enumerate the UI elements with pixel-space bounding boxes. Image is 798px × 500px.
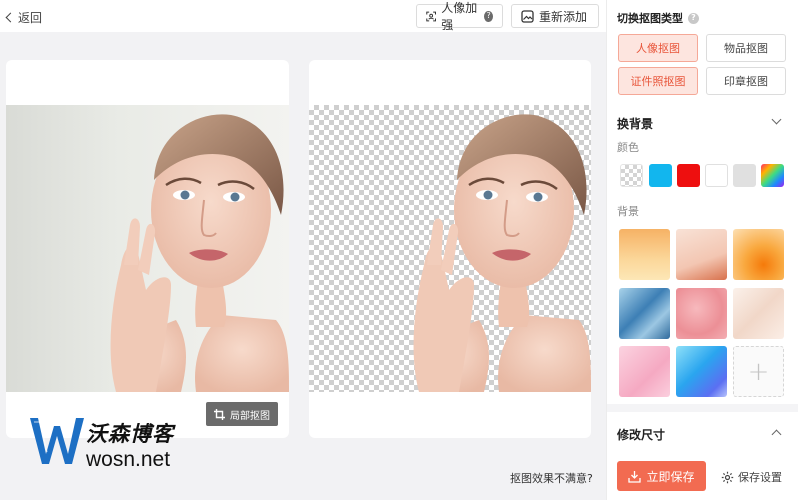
cutout-photo — [309, 105, 591, 392]
color-label: 颜色 — [617, 141, 639, 154]
type-id-photo-button[interactable]: 证件照抠图 — [618, 67, 698, 95]
cutout-type-title: 切换抠图类型 ? — [617, 10, 699, 26]
save-now-button[interactable]: 立即保存 — [617, 461, 706, 491]
save-now-label: 立即保存 — [646, 469, 695, 484]
watermark: 沃森博客 wosn.net — [28, 410, 188, 471]
watermark-brand: 沃森博客 — [86, 422, 174, 446]
type-seal-button[interactable]: 印章抠图 — [706, 67, 786, 95]
re-add-button[interactable]: 重新添加 — [511, 4, 599, 28]
help-icon[interactable]: ? — [484, 10, 493, 22]
section-divider — [607, 404, 798, 412]
portrait-cutout-image — [413, 114, 591, 392]
portrait-enhance-label: 人像加强 — [441, 1, 478, 32]
type-portrait-button[interactable]: 人像抠图 — [618, 34, 698, 62]
download-icon — [628, 470, 642, 483]
resize-title: 修改尺寸 — [617, 428, 666, 442]
local-cutout-button[interactable]: 局部抠图 — [206, 402, 278, 426]
color-transparent-swatch[interactable] — [620, 164, 643, 187]
face-scan-icon — [426, 11, 437, 21]
top-toolbar: 返回 人像加强 ? 重新添加 — [0, 0, 606, 32]
type-object-button[interactable]: 物品抠图 — [706, 34, 786, 62]
background-tile-orange[interactable] — [619, 229, 670, 280]
result-image-card — [309, 60, 591, 438]
save-settings-button[interactable]: 保存设置 — [721, 469, 782, 485]
crop-icon — [214, 408, 225, 420]
back-button[interactable]: 返回 — [4, 9, 42, 26]
chevron-down-icon[interactable] — [771, 114, 782, 125]
portrait-enhance-button[interactable]: 人像加强 ? — [416, 1, 503, 32]
chevron-left-icon — [5, 12, 16, 23]
cutout-type-title-text: 切换抠图类型 — [617, 12, 683, 25]
chevron-up-icon[interactable] — [771, 429, 782, 440]
background-tile-cyan[interactable] — [676, 346, 727, 397]
color-blue-swatch[interactable] — [649, 164, 672, 187]
background-tile-pink[interactable] — [619, 346, 670, 397]
background-tile-cream[interactable] — [733, 288, 784, 339]
w-logo-icon — [30, 418, 84, 464]
background-label: 背景 — [617, 205, 639, 218]
original-image-card: 局部抠图 — [6, 60, 289, 438]
color-red-swatch[interactable] — [677, 164, 700, 187]
local-cutout-label: 局部抠图 — [230, 410, 270, 422]
back-label: 返回 — [18, 11, 43, 25]
background-tile-pink-texture[interactable] — [676, 288, 727, 339]
background-tile-sunset[interactable] — [733, 229, 784, 280]
help-icon[interactable]: ? — [688, 12, 699, 24]
re-add-label: 重新添加 — [539, 9, 588, 24]
image-icon — [521, 9, 534, 23]
change-background-title: 换背景 — [617, 117, 654, 131]
watermark-domain: wosn.net — [86, 448, 171, 471]
gear-icon — [721, 471, 734, 483]
background-tile-peach[interactable] — [676, 229, 727, 280]
save-settings-label: 保存设置 — [738, 471, 782, 484]
right-settings-panel: 切换抠图类型 ? 人像抠图 物品抠图 证件照抠图 印章抠图 换背景 颜色 背景 … — [606, 0, 798, 500]
original-photo — [6, 105, 289, 392]
color-gray-swatch[interactable] — [733, 164, 756, 187]
plus-icon: + — [747, 356, 770, 387]
add-background-button[interactable]: + — [733, 346, 784, 397]
portrait-image — [110, 114, 289, 392]
color-picker-swatch[interactable] — [761, 164, 784, 187]
color-white-swatch[interactable] — [705, 164, 728, 187]
unsatisfied-link[interactable]: 抠图效果不满意? — [510, 470, 593, 486]
background-tile-blue-wave[interactable] — [619, 288, 670, 339]
